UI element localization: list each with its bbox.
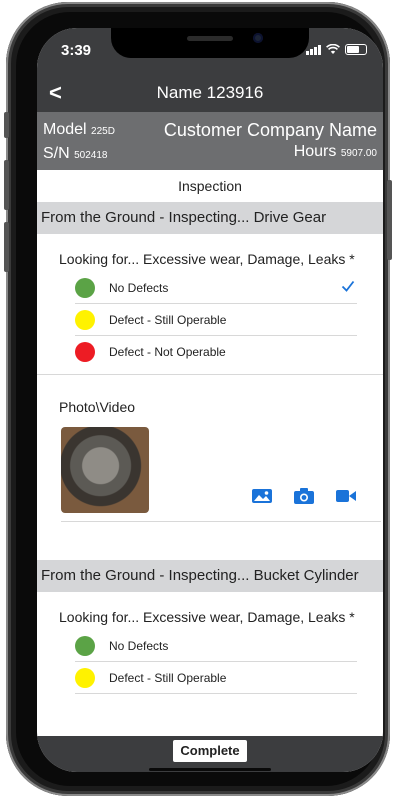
model-value: 225D [91, 126, 115, 137]
status-icons [306, 44, 367, 55]
option-label: Defect - Still Operable [109, 312, 227, 327]
video-icon[interactable] [335, 487, 357, 505]
gallery-icon[interactable] [251, 487, 273, 505]
model-label: Model [43, 121, 87, 138]
machine-info: Model 225D S/N 502418 Customer Company N… [37, 112, 383, 170]
option-no-defects[interactable]: No Defects [75, 272, 357, 304]
complete-button[interactable]: Complete [173, 740, 247, 762]
battery-icon [345, 44, 367, 55]
question-text: Looking for... Excessive wear, Damage, L… [59, 609, 355, 625]
signal-icon [306, 44, 321, 55]
green-status-icon [75, 277, 95, 298]
wifi-icon [326, 44, 340, 54]
page-title: Name 123916 [156, 83, 264, 102]
photo-thumbnail[interactable] [61, 427, 149, 513]
notch [111, 28, 309, 58]
green-status-icon [75, 635, 95, 656]
option-list: No Defects Defect - Still Operable [75, 630, 357, 694]
volume-down-button [4, 222, 9, 272]
option-no-defects[interactable]: No Defects [75, 630, 357, 662]
option-defect-still-operable[interactable]: Defect - Still Operable [75, 662, 357, 694]
hours-label: Hours [293, 143, 337, 160]
sn-label: S/N [43, 145, 70, 162]
group-header: From the Ground - Inspecting... Drive Ge… [37, 202, 383, 234]
red-status-icon [75, 341, 95, 362]
hours-value: 5907.00 [340, 148, 377, 159]
home-indicator [149, 768, 271, 771]
option-list: No Defects Defect - Still Operable Defec… [75, 272, 357, 367]
status-bar: 3:39 [37, 28, 383, 72]
speaker [187, 36, 233, 41]
option-defect-not-operable[interactable]: Defect - Not Operable [75, 336, 357, 367]
option-label: Defect - Still Operable [109, 670, 227, 685]
camera-icon[interactable] [293, 487, 315, 505]
mute-switch [4, 112, 9, 138]
phone-screen: 3:39 < Name 123916 Model 225D S/N 502418 [37, 28, 383, 772]
group-header: From the Ground - Inspecting... Bucket C… [37, 560, 383, 592]
volume-up-button [4, 160, 9, 210]
customer-name: Customer Company Name [163, 120, 377, 140]
power-button [387, 180, 392, 260]
option-defect-still-operable[interactable]: Defect - Still Operable [75, 304, 357, 336]
option-label: No Defects [109, 638, 169, 653]
nav-bar: < Name 123916 [37, 72, 383, 112]
option-label: No Defects [109, 280, 169, 295]
media-row [37, 427, 383, 521]
status-time: 3:39 [61, 42, 92, 59]
inspection-content: Inspection From the Ground - Inspecting.… [37, 170, 383, 694]
checkmark-icon [341, 280, 355, 292]
front-camera [253, 33, 263, 43]
bottom-bar: Complete [37, 736, 383, 772]
section-title: Inspection [178, 178, 242, 194]
photo-video-label: Photo\Video [59, 399, 136, 415]
option-label: Defect - Not Operable [109, 344, 226, 359]
yellow-status-icon [75, 667, 95, 688]
sn-value: 502418 [74, 150, 108, 161]
question-text: Looking for... Excessive wear, Damage, L… [59, 251, 355, 267]
yellow-status-icon [75, 309, 95, 330]
